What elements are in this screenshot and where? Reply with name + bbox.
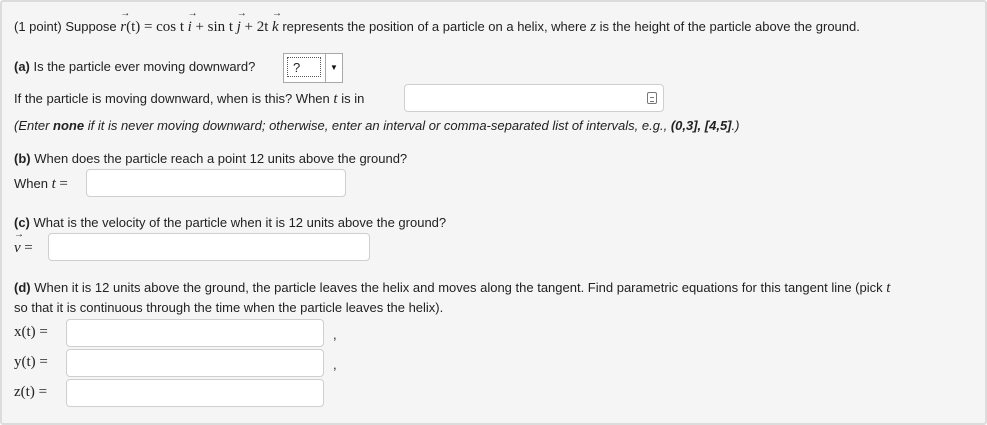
y-equation-input[interactable] bbox=[66, 349, 324, 377]
chevron-down-icon: ▼ bbox=[325, 54, 342, 82]
x-comma: , bbox=[333, 327, 337, 342]
velocity-input[interactable] bbox=[48, 233, 370, 261]
v-vector: v bbox=[14, 229, 21, 257]
j-unit-vector: j bbox=[237, 8, 241, 36]
z-eq-label: z(t) = bbox=[14, 384, 48, 400]
k-unit-vector: k bbox=[272, 8, 279, 36]
select-value: ? bbox=[287, 57, 321, 77]
time-input[interactable] bbox=[86, 169, 346, 197]
i-unit-vector: i bbox=[188, 8, 192, 36]
part-d-question-cont: so that it is continuous through the tim… bbox=[14, 300, 444, 315]
moving-downward-select[interactable]: ? ▼ bbox=[283, 53, 343, 83]
part-b-question: (b) When does the particle reach a point… bbox=[14, 151, 408, 166]
downward-interval-input[interactable] bbox=[404, 84, 664, 112]
problem-panel: (1 point) Suppose r(t) = cos t i + sin t… bbox=[0, 0, 987, 425]
part-c-question: (c) What is the velocity of the particle… bbox=[14, 215, 447, 230]
r-vector: r bbox=[120, 8, 126, 36]
part-b-label: When t = bbox=[14, 176, 68, 192]
x-equation-input[interactable] bbox=[66, 319, 324, 347]
problem-statement: (1 point) Suppose r(t) = cos t i + sin t… bbox=[14, 8, 860, 36]
part-c-label: v = bbox=[14, 229, 33, 257]
part-a-when: If the particle is moving downward, when… bbox=[14, 91, 365, 107]
part-a-hint: (Enter none if it is never moving downwa… bbox=[14, 118, 740, 133]
part-d-question: (d) When it is 12 units above the ground… bbox=[14, 280, 891, 296]
y-eq-label: y(t) = bbox=[14, 354, 48, 370]
x-eq-label: x(t) = bbox=[14, 324, 48, 340]
z-equation-input[interactable] bbox=[66, 379, 324, 407]
equation-editor-icon[interactable] bbox=[647, 92, 657, 104]
y-comma: , bbox=[333, 357, 337, 372]
points-label: (1 point) bbox=[14, 19, 62, 34]
part-a-question: (a) Is the particle ever moving downward… bbox=[14, 59, 256, 74]
